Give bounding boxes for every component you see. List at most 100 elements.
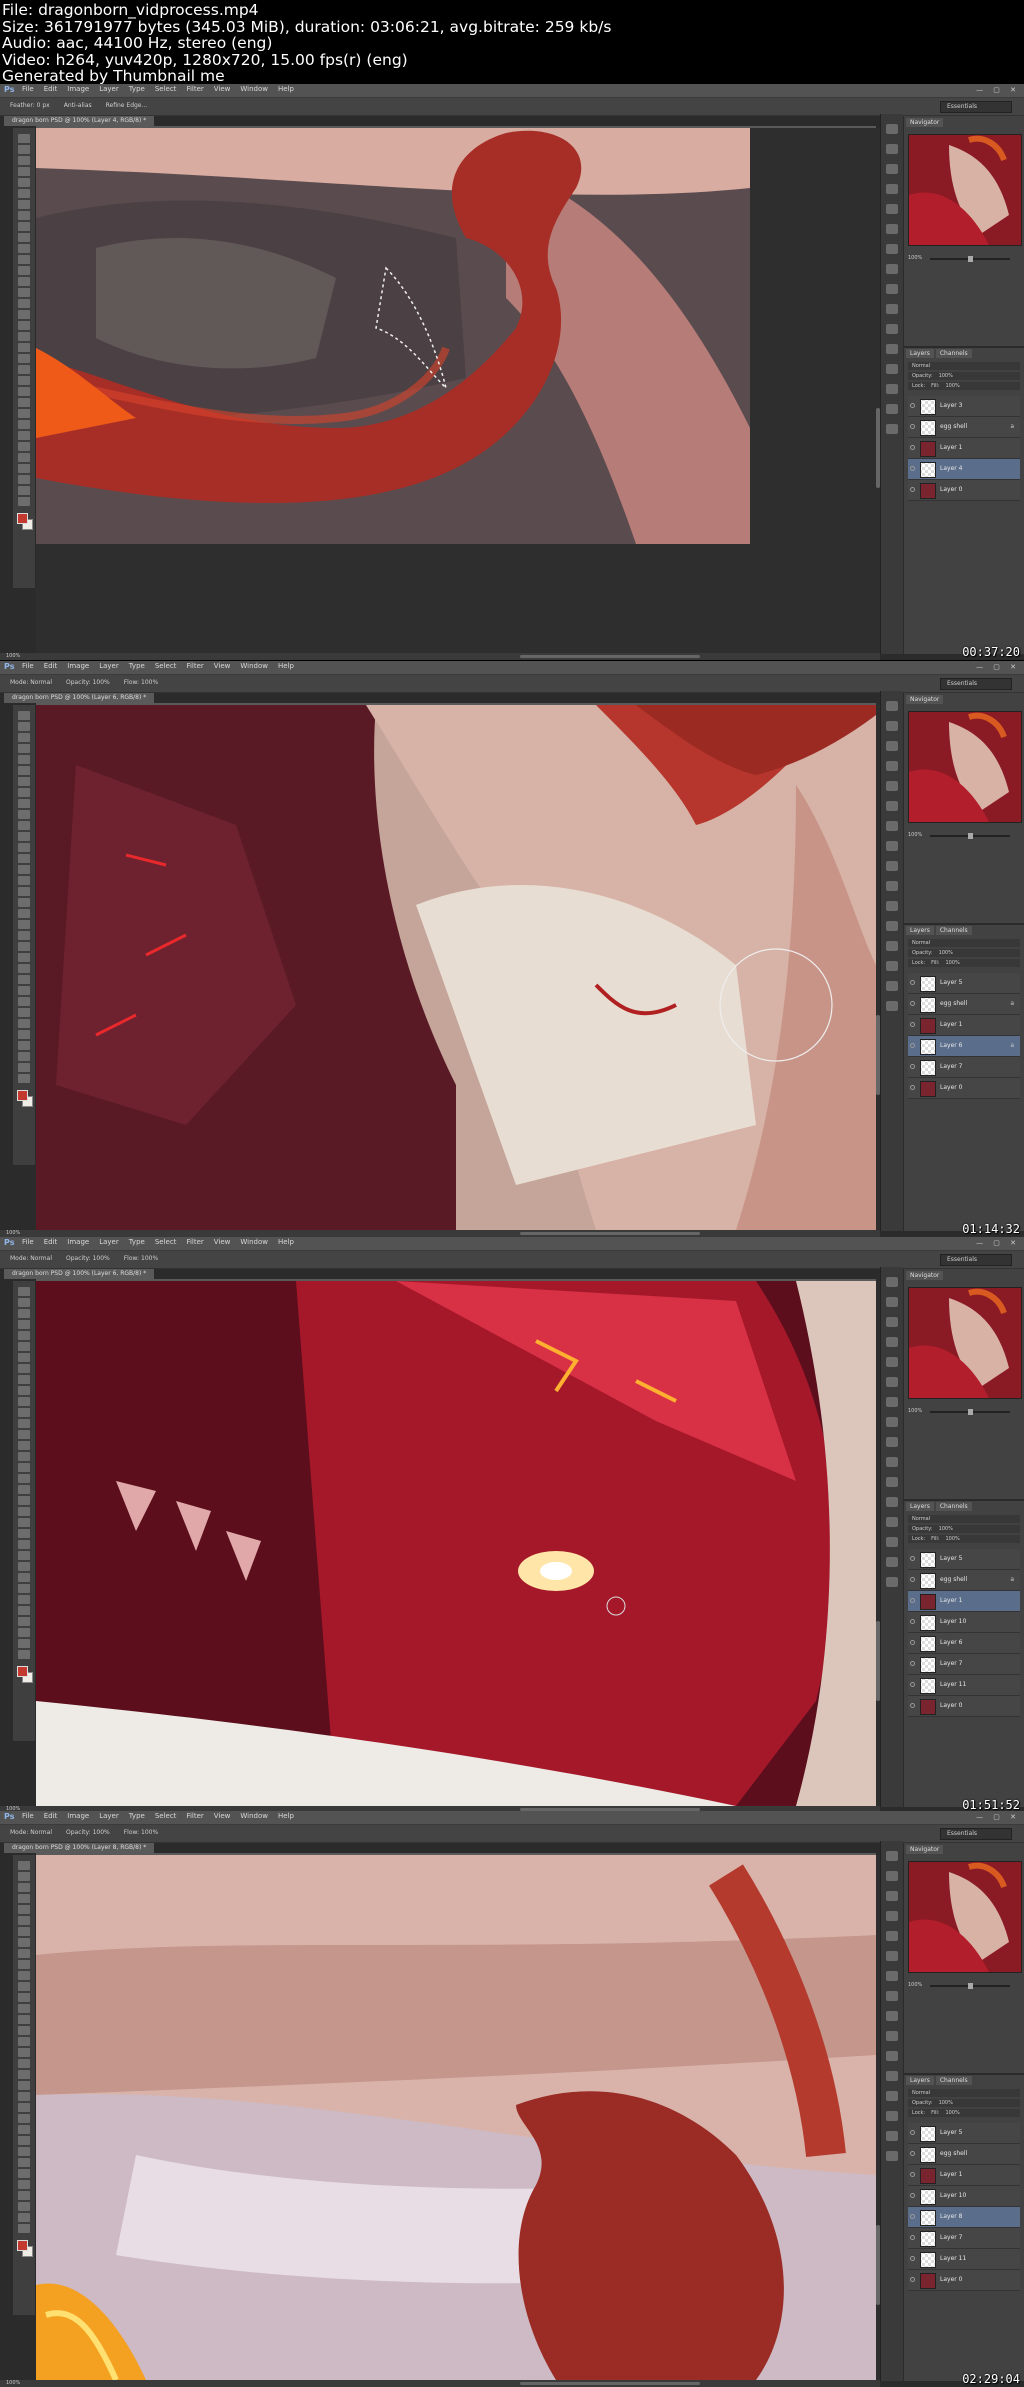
tool-icon[interactable] [18,1573,30,1582]
menu-edit[interactable]: Edit [44,85,58,93]
panel-icon[interactable] [886,1417,898,1427]
tool-icon[interactable] [18,431,30,440]
tool-icon[interactable] [18,2059,30,2068]
panel-icon[interactable] [886,424,898,434]
lock-fill-control[interactable]: Lock: Fill: 100% [908,959,1020,967]
document-canvas[interactable] [36,1855,876,2380]
eye-icon[interactable] [910,1619,915,1624]
tool-icon[interactable] [18,145,30,154]
panel-icon[interactable] [886,244,898,254]
tool-icon[interactable] [18,865,30,874]
foreground-color-swatch[interactable] [17,513,28,524]
menu-select[interactable]: Select [155,1238,177,1246]
eye-icon[interactable] [910,2277,915,2282]
tool-option[interactable]: Opacity: 100% [66,679,110,686]
menu-filter[interactable]: Filter [186,85,203,93]
tool-icon[interactable] [18,733,30,742]
tool-icon[interactable] [18,1030,30,1039]
eye-icon[interactable] [910,1556,915,1561]
panel-icon[interactable] [886,2151,898,2161]
tool-icon[interactable] [18,1408,30,1417]
tool-icon[interactable] [18,1041,30,1050]
tool-icon[interactable] [18,2114,30,2123]
panel-icon[interactable] [886,981,898,991]
panel-icon[interactable] [886,2031,898,2041]
layer-row[interactable]: Layer 0 [908,2270,1020,2291]
panel-icon[interactable] [886,324,898,334]
menu-layer[interactable]: Layer [99,1238,119,1246]
layer-row[interactable]: Layer 6 [908,1633,1020,1654]
eye-icon[interactable] [910,466,915,471]
tool-icon[interactable] [18,486,30,495]
tab-layers[interactable]: Layers [906,2076,934,2085]
eye-icon[interactable] [910,2256,915,2261]
tool-icon[interactable] [18,1551,30,1560]
tab-navigator[interactable]: Navigator [906,695,944,704]
tool-icon[interactable] [18,887,30,896]
panel-icon[interactable] [886,1871,898,1881]
menu-select[interactable]: Select [155,662,177,670]
panel-icon[interactable] [886,861,898,871]
workspace-select[interactable]: Essentials [940,1828,1012,1840]
tool-icon[interactable] [18,310,30,319]
tool-icon[interactable] [18,1298,30,1307]
tool-icon[interactable] [18,299,30,308]
panel-icon[interactable] [886,761,898,771]
eye-icon[interactable] [910,2235,915,2240]
tool-icon[interactable] [18,2224,30,2233]
panel-icon[interactable] [886,941,898,951]
layer-row[interactable]: Layer 11 [908,1675,1020,1696]
menu-type[interactable]: Type [129,1238,145,1246]
panel-icon[interactable] [886,1517,898,1527]
menu-window[interactable]: Window [240,85,268,93]
tool-icon[interactable] [18,2125,30,2134]
document-tab[interactable]: dragon born PSD @ 100% (Layer 8, RGB/8) … [4,1843,155,1853]
eye-icon[interactable] [910,403,915,408]
blend-mode-select[interactable]: Normal [908,2089,1020,2097]
layer-row[interactable]: Layer 4 [908,459,1020,480]
tool-icon[interactable] [18,277,30,286]
tab-navigator[interactable]: Navigator [906,1271,944,1280]
layer-row[interactable]: Layer 0 [908,1696,1020,1717]
menu-layer[interactable]: Layer [99,85,119,93]
tool-icon[interactable] [18,1949,30,1958]
menu-edit[interactable]: Edit [44,662,58,670]
layer-row[interactable]: Layer 1 [908,2165,1020,2186]
tool-icon[interactable] [18,788,30,797]
tool-icon[interactable] [18,475,30,484]
tool-icon[interactable] [18,2202,30,2211]
tool-icon[interactable] [18,953,30,962]
tool-icon[interactable] [18,2103,30,2112]
tool-icon[interactable] [18,387,30,396]
eye-icon[interactable] [910,1577,915,1582]
layer-row[interactable]: egg shell a [908,1570,1020,1591]
menu-select[interactable]: Select [155,1812,177,1820]
eye-icon[interactable] [910,1682,915,1687]
tool-icon[interactable] [18,975,30,984]
panel-icon[interactable] [886,1397,898,1407]
eye-icon[interactable] [910,980,915,985]
menu-layer[interactable]: Layer [99,662,119,670]
eye-icon[interactable] [910,2130,915,2135]
tool-icon[interactable] [18,821,30,830]
tool-icon[interactable] [18,1397,30,1406]
tool-icon[interactable] [18,343,30,352]
zoom-slider-knob[interactable] [968,833,973,839]
tool-icon[interactable] [18,1905,30,1914]
menu-edit[interactable]: Edit [44,1812,58,1820]
horizontal-scrollbar[interactable] [520,1232,700,1235]
panel-icon[interactable] [886,1557,898,1567]
eye-icon[interactable] [910,1022,915,1027]
tool-icon[interactable] [18,722,30,731]
document-tab[interactable]: dragon born PSD @ 100% (Layer 6, RGB/8) … [4,693,155,703]
tool-icon[interactable] [18,843,30,852]
tool-option[interactable]: Anti-alias [64,102,92,109]
tool-icon[interactable] [18,1650,30,1659]
navigator-zoom[interactable]: 100% [908,1408,1020,1415]
navigator-thumbnail[interactable] [908,1287,1022,1399]
panel-icon[interactable] [886,2011,898,2021]
tool-icon[interactable] [18,1052,30,1061]
panel-icon[interactable] [886,2051,898,2061]
tool-icon[interactable] [18,1971,30,1980]
panel-icon[interactable] [886,1377,898,1387]
